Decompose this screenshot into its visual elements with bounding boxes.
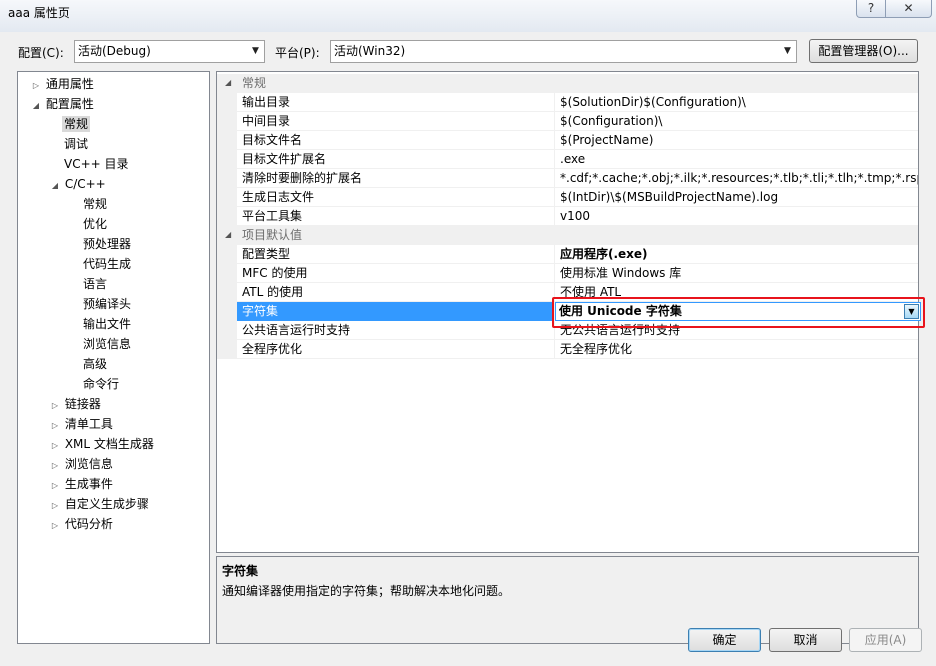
table-row[interactable]: 中间目录 $(Configuration)\ xyxy=(217,112,918,131)
tree-item[interactable]: 输出文件 xyxy=(83,314,131,334)
table-row[interactable]: 全程序优化 无全程序优化 xyxy=(217,340,918,359)
chevron-down-icon: ▼ xyxy=(252,46,259,56)
tree-item[interactable]: ▷ XML 文档生成器 xyxy=(49,434,154,454)
description-text: 通知编译器使用指定的字符集；帮助解决本地化问题。 xyxy=(222,584,511,598)
category-row-defaults[interactable]: ◢ 项目默认值 xyxy=(217,226,918,245)
expand-icon[interactable]: ▷ xyxy=(49,416,61,436)
table-row[interactable]: 清除时要删除的扩展名 *.cdf;*.cache;*.obj;*.ilk;*.re… xyxy=(217,169,918,188)
expand-icon[interactable]: ▷ xyxy=(30,76,42,96)
expand-icon[interactable]: ▷ xyxy=(49,396,61,416)
tree-item[interactable]: VC++ 目录 xyxy=(64,154,129,174)
tree-item[interactable]: 浏览信息 xyxy=(83,334,131,354)
tree-item[interactable]: 预编译头 xyxy=(83,294,131,314)
expand-icon[interactable]: ▷ xyxy=(49,496,61,516)
expand-icon[interactable]: ▷ xyxy=(49,436,61,456)
tree-item[interactable]: ▷ 生成事件 xyxy=(49,474,113,494)
tree-item[interactable]: 调试 xyxy=(64,134,88,154)
config-combo[interactable]: 活动(Debug) ▼ xyxy=(74,40,265,63)
highlight-annotation xyxy=(552,297,925,328)
close-button[interactable]: ✕ xyxy=(885,0,932,18)
collapse-icon[interactable]: ◢ xyxy=(30,96,42,116)
tree-item[interactable]: 优化 xyxy=(83,214,107,234)
tree-item[interactable]: 语言 xyxy=(83,274,107,294)
tree-item[interactable]: 命令行 xyxy=(83,374,119,394)
tree-item[interactable]: ▷ 通用属性 xyxy=(30,74,94,94)
tree-item[interactable]: 常规 xyxy=(83,194,107,214)
tree-item[interactable]: 高级 xyxy=(83,354,107,374)
platform-combo-value: 活动(Win32) xyxy=(334,44,406,58)
title-bar: aaa 属性页 ? ✕ xyxy=(0,0,936,32)
tree-item[interactable]: ▷ 清单工具 xyxy=(49,414,113,434)
expand-icon[interactable]: ▷ xyxy=(49,456,61,476)
tree-item[interactable]: ◢ 配置属性 xyxy=(30,94,94,114)
tree-item[interactable]: ▷ 链接器 xyxy=(49,394,101,414)
config-combo-value: 活动(Debug) xyxy=(78,44,151,58)
table-row[interactable]: 平台工具集 v100 xyxy=(217,207,918,226)
tree-item[interactable]: 代码生成 xyxy=(83,254,131,274)
table-row[interactable]: 配置类型 应用程序(.exe) xyxy=(217,245,918,264)
config-manager-button[interactable]: 配置管理器(O)... xyxy=(809,39,918,63)
property-tree[interactable]: ▷ 通用属性 ◢ 配置属性 常规 调试 VC++ 目录 ◢ C/C++ 常规 优… xyxy=(17,71,210,644)
table-row[interactable]: 目标文件扩展名 .exe xyxy=(217,150,918,169)
collapse-icon[interactable]: ◢ xyxy=(225,74,231,92)
description-title: 字符集 xyxy=(222,564,259,578)
help-button[interactable]: ? xyxy=(856,0,886,18)
collapse-icon[interactable]: ◢ xyxy=(49,176,61,196)
tree-item[interactable]: ▷ 自定义生成步骤 xyxy=(49,494,149,514)
tree-item[interactable]: 预处理器 xyxy=(83,234,131,254)
collapse-icon[interactable]: ◢ xyxy=(225,226,231,244)
category-row-general[interactable]: ◢ 常规 xyxy=(217,74,918,93)
expand-icon[interactable]: ▷ xyxy=(49,476,61,496)
platform-label: 平台(P): xyxy=(275,46,320,60)
window-title: aaa 属性页 xyxy=(8,6,70,20)
tree-item[interactable]: ◢ C/C++ xyxy=(49,174,106,194)
table-row[interactable]: 目标文件名 $(ProjectName) xyxy=(217,131,918,150)
ok-button[interactable]: 确定 xyxy=(688,628,761,652)
config-label: 配置(C): xyxy=(18,46,64,60)
tree-item[interactable]: ▷ 代码分析 xyxy=(49,514,113,534)
expand-icon[interactable]: ▷ xyxy=(49,516,61,536)
platform-combo[interactable]: 活动(Win32) ▼ xyxy=(330,40,797,63)
apply-button[interactable]: 应用(A) xyxy=(849,628,922,652)
cancel-button[interactable]: 取消 xyxy=(769,628,842,652)
table-row[interactable]: 生成日志文件 $(IntDir)\$(MSBuildProjectName).lo… xyxy=(217,188,918,207)
tree-item[interactable]: 常规 xyxy=(62,114,91,134)
table-row[interactable]: 输出目录 $(SolutionDir)$(Configuration)\ xyxy=(217,93,918,112)
chevron-down-icon: ▼ xyxy=(784,46,791,56)
table-row[interactable]: MFC 的使用 使用标准 Windows 库 xyxy=(217,264,918,283)
tree-item[interactable]: ▷ 浏览信息 xyxy=(49,454,113,474)
